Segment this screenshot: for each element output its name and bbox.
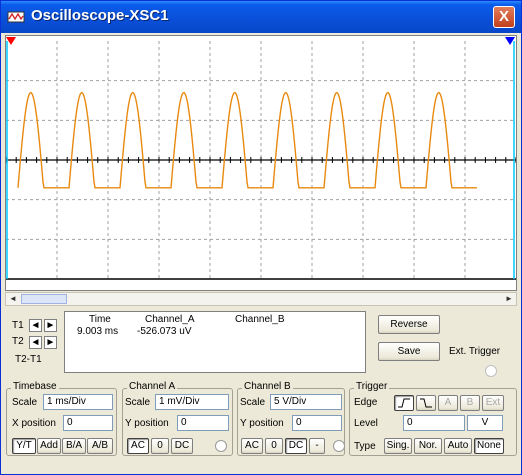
trigger-edge-label: Edge [354, 397, 378, 408]
readout-header-time: Time [89, 314, 111, 325]
trigger-single-button[interactable]: Sing. [384, 438, 412, 454]
channel-a-terminal[interactable] [215, 440, 227, 452]
readout-header-channel-a: Channel_A [145, 314, 195, 325]
close-icon: X [498, 8, 509, 25]
channel-b-zero-button[interactable]: 0 [265, 438, 283, 454]
mode-add-button[interactable]: Add [37, 438, 61, 454]
window-title: Oscilloscope-XSC1 [31, 7, 169, 24]
trigger-source-a-button[interactable]: A [438, 395, 458, 411]
channel-b-ypos-field[interactable]: 0 [292, 415, 342, 431]
channel-a-ac-button[interactable]: AC [127, 438, 149, 454]
trigger-title: Trigger [354, 381, 390, 392]
channel-a-dc-button[interactable]: DC [171, 438, 193, 454]
channel-a-trace [17, 91, 477, 189]
falling-edge-icon [420, 398, 432, 408]
mode-ba-button[interactable]: B/A [62, 438, 86, 454]
measurement-readout: Time Channel_A Channel_B 9.003 ms -526.0… [64, 311, 366, 373]
horizontal-scrollbar[interactable]: ◄ ► [5, 292, 517, 306]
trigger-level-field[interactable]: 0 [403, 415, 465, 431]
mode-ab-button[interactable]: A/B [87, 438, 113, 454]
channel-b-scale-field[interactable]: 5 V/Div [270, 394, 342, 410]
timebase-scale-label: Scale [12, 397, 38, 408]
scope-display [5, 35, 517, 291]
x-position-label: X position [12, 418, 56, 429]
oscilloscope-window: Oscilloscope-XSC1 X ◄ ► T1 ◄ ► T2 ◄ ► T2… [0, 0, 522, 475]
channel-a-scale-field[interactable]: 1 mV/Div [155, 394, 229, 410]
channel-a-zero-button[interactable]: 0 [151, 438, 169, 454]
channel-a-scale-label: Scale [125, 397, 151, 408]
reverse-button[interactable]: Reverse [378, 315, 440, 334]
scroll-thumb[interactable] [21, 294, 67, 304]
channel-b-ypos-label: Y position [240, 418, 284, 429]
close-button[interactable]: X [493, 6, 515, 28]
falling-edge-button[interactable] [416, 395, 436, 411]
channel-a-ypos-field[interactable]: 0 [177, 415, 229, 431]
readout-header-channel-b: Channel_B [235, 314, 285, 325]
t2-right-arrow-icon[interactable]: ► [44, 336, 57, 349]
trigger-source-ext-button[interactable]: Ext [482, 395, 504, 411]
x-position-field[interactable]: 0 [63, 415, 113, 431]
trigger-none-button[interactable]: None [474, 438, 504, 454]
ext-trigger-terminal[interactable] [485, 365, 497, 377]
trigger-source-b-button[interactable]: B [460, 395, 480, 411]
timebase-title: Timebase [11, 381, 59, 392]
channel-b-terminal[interactable] [333, 440, 345, 452]
channel-a-ypos-label: Y position [125, 418, 169, 429]
mode-yt-button[interactable]: Y/T [12, 438, 36, 454]
channel-b-minus-button[interactable]: - [309, 438, 325, 454]
oscilloscope-icon [7, 11, 25, 23]
t2-left-arrow-icon[interactable]: ◄ [29, 336, 42, 349]
readout-time-value: 9.003 ms [77, 326, 119, 337]
channel-b-title: Channel B [242, 381, 293, 392]
channel-b-scale-label: Scale [240, 397, 266, 408]
timebase-scale-field[interactable]: 1 ms/Div [43, 394, 113, 410]
channel-b-ac-button[interactable]: AC [241, 438, 263, 454]
save-button[interactable]: Save [378, 342, 440, 361]
t2-label: T2 [12, 336, 24, 347]
channel-b-dc-button[interactable]: DC [285, 438, 307, 454]
scroll-right-icon[interactable]: ► [502, 293, 516, 305]
readout-channel-a-value: -526.073 uV [137, 326, 192, 337]
t1-left-arrow-icon[interactable]: ◄ [29, 319, 42, 332]
t1-label: T1 [12, 320, 24, 331]
t1-right-arrow-icon[interactable]: ► [44, 319, 57, 332]
trigger-type-label: Type [354, 441, 376, 452]
rising-edge-icon [398, 398, 410, 408]
title-bar[interactable]: Oscilloscope-XSC1 X [1, 1, 521, 33]
trigger-auto-button[interactable]: Auto [444, 438, 472, 454]
channel-a-title: Channel A [127, 381, 178, 392]
trigger-level-unit[interactable]: V [467, 415, 503, 431]
ext-trigger-label: Ext. Trigger [449, 346, 501, 357]
trigger-normal-button[interactable]: Nor. [414, 438, 442, 454]
t2-t1-label: T2-T1 [15, 354, 42, 365]
rising-edge-button[interactable] [394, 395, 414, 411]
waveform-plot [6, 37, 516, 280]
trigger-level-label: Level [354, 418, 378, 429]
scroll-left-icon[interactable]: ◄ [6, 293, 20, 305]
